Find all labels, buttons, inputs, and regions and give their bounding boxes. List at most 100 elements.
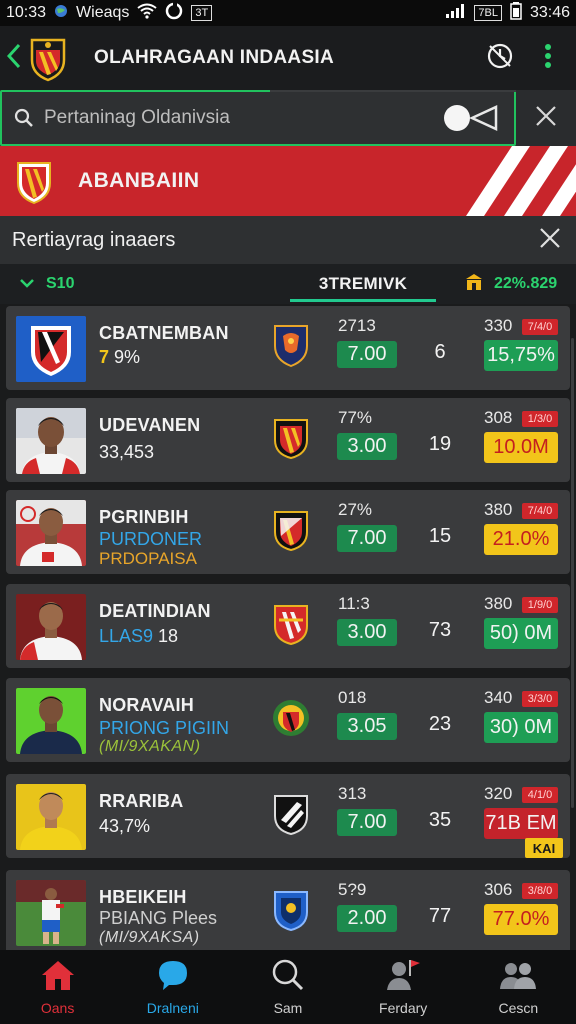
search-input[interactable] <box>44 92 442 144</box>
back-button[interactable] <box>0 26 28 90</box>
status-right: 7BL 33:46 <box>446 1 570 25</box>
player-stat: LLAS9 18 <box>99 626 178 647</box>
nav-label: Sam <box>273 999 303 1016</box>
search-clear-button[interactable] <box>516 90 576 146</box>
player-value-badge: 7.00 <box>337 341 397 368</box>
player-percent: 27% <box>338 500 373 519</box>
home-icon <box>40 959 76 996</box>
player-red-tag: 3/8/0 <box>522 883 558 899</box>
section-close-button[interactable] <box>524 216 576 264</box>
player-stat: PBIANG Plees <box>99 908 218 928</box>
tab-bar: S10 3TREMIVK 22%.829 <box>0 264 576 304</box>
search-icon <box>4 108 44 128</box>
player-stat-suffix: 18 <box>153 626 179 646</box>
player-red-tag: 7/4/0 <box>522 503 558 519</box>
page-title: OLAHRAGAAN INDAASIA <box>94 47 335 68</box>
player-avatar <box>16 688 86 754</box>
user-flag-icon <box>385 959 421 996</box>
nav-item-chat[interactable]: Dralneni <box>115 950 230 1024</box>
tab-filter[interactable]: S10 <box>20 275 230 293</box>
player-value-badge: 3.00 <box>337 433 397 460</box>
search-row <box>0 90 576 146</box>
battery-icon <box>510 1 522 25</box>
nav-label: Oans <box>40 999 75 1016</box>
player-stat: PURDONER <box>99 529 203 549</box>
status-battery-label: 7BL <box>474 5 502 21</box>
player-stat: 7 9% <box>99 347 140 368</box>
player-small-number: 308 <box>484 408 513 427</box>
globe-icon <box>54 4 68 23</box>
player-stat-value: LLAS9 <box>99 626 154 646</box>
player-value-badge: 7.00 <box>337 525 397 552</box>
player-row[interactable]: CBATNEMBAN 7 9% 2713 7.00 6 330 7/4/0 15… <box>6 306 570 390</box>
player-price-button[interactable]: 50) 0M <box>484 618 558 649</box>
player-count: 15 <box>428 525 452 547</box>
player-price-button[interactable]: 77.0% <box>484 904 558 935</box>
more-vertical-icon <box>544 43 552 74</box>
nav-item-search[interactable]: Sam <box>230 950 345 1024</box>
status-box-label: 3T <box>191 5 213 21</box>
signal-icon <box>446 3 466 23</box>
status-carrier: Wieaqs <box>76 4 130 21</box>
filter-toggle[interactable] <box>442 103 500 133</box>
player-percent: 5?9 <box>338 880 367 899</box>
player-row[interactable]: PGRINBIH PURDONER PRDOPAISA 27% 7.00 15 … <box>6 490 570 574</box>
player-row[interactable]: NORAVAIH PRIONG PIGIIN (MI/9XAKAN) 018 3… <box>6 678 570 762</box>
player-small-number: 340 <box>484 688 513 707</box>
player-row[interactable]: UDEVANEN 33,453 77% 3.00 19 308 1/3/0 10… <box>6 398 570 482</box>
player-avatar <box>16 594 86 660</box>
nav-item-profile[interactable]: Ferdary <box>346 950 461 1024</box>
club-shield-icon <box>271 322 311 368</box>
search-icon <box>271 959 305 996</box>
player-stat: 43,7% <box>99 816 151 836</box>
player-red-tag: 7/4/0 <box>522 319 558 335</box>
player-stat-prefix: 7 <box>99 347 110 367</box>
tab-active[interactable]: 3TREMIVK <box>290 264 436 304</box>
tab-active-label: 3TREMIVK <box>318 274 408 293</box>
player-list: CBATNEMBAN 7 9% 2713 7.00 6 330 7/4/0 15… <box>0 304 576 950</box>
player-price-button[interactable]: 10.0M <box>484 432 558 463</box>
player-small-number: 330 <box>484 316 513 335</box>
scrollbar[interactable] <box>571 338 574 808</box>
nav-item-group[interactable]: Cescn <box>461 950 576 1024</box>
player-avatar <box>16 408 86 474</box>
status-bar: 10:33 Wieaqs 3T 7BL 33:46 <box>0 0 576 26</box>
player-substat: (MI/9XAKSA) <box>99 929 200 946</box>
player-small-number: 380 <box>484 500 513 519</box>
player-name: CBATNEMBAN <box>99 323 229 343</box>
history-button[interactable] <box>472 26 528 90</box>
team-banner[interactable]: ABANBAIIN <box>0 146 576 216</box>
player-price-button[interactable]: 30) 0M <box>484 712 558 743</box>
tab-filter-label: S10 <box>46 275 75 292</box>
player-price-button[interactable]: 15,75% <box>484 340 558 371</box>
player-row[interactable]: RRARIBA 43,7% 313 7.00 35 320 4/1/0 71B … <box>6 774 570 858</box>
player-count: 23 <box>428 713 452 735</box>
club-emblem-icon <box>271 694 311 740</box>
history-icon <box>486 42 514 75</box>
status-clock: 33:46 <box>529 4 570 21</box>
player-red-tag: 4/1/0 <box>522 787 558 803</box>
player-price-button[interactable]: 21.0% <box>484 524 558 555</box>
chat-icon <box>155 959 191 996</box>
player-name: UDEVANEN <box>99 415 201 435</box>
player-small-number: 380 <box>484 594 513 613</box>
nav-label: Cescn <box>498 999 539 1016</box>
player-row[interactable]: HBEIKEIH PBIANG Plees (MI/9XAKSA) 5?9 2.… <box>6 870 570 950</box>
player-substat: PRDOPAISA <box>99 549 197 568</box>
player-name: HBEIKEIH <box>99 887 187 907</box>
club-shield-icon <box>271 790 311 836</box>
group-icon <box>498 959 538 996</box>
player-price-button[interactable]: 71B EM <box>484 808 558 839</box>
more-menu-button[interactable] <box>528 26 568 90</box>
player-percent: 77% <box>338 408 373 427</box>
player-value-badge: 2.00 <box>337 905 397 932</box>
player-row[interactable]: DEATINDIAN LLAS9 18 11:3 3.00 73 380 1/9… <box>6 584 570 668</box>
tab-active-indicator <box>290 299 436 302</box>
player-substat: (MI/9XAKAN) <box>99 738 201 755</box>
player-name: RRARIBA <box>99 791 184 811</box>
player-count: 77 <box>428 905 452 927</box>
nav-item-home[interactable]: Oans <box>0 950 115 1024</box>
tab-market[interactable]: 22%.829 <box>464 273 557 296</box>
player-extra-tag: KAI <box>525 838 563 858</box>
player-name: NORAVAIH <box>99 695 194 715</box>
